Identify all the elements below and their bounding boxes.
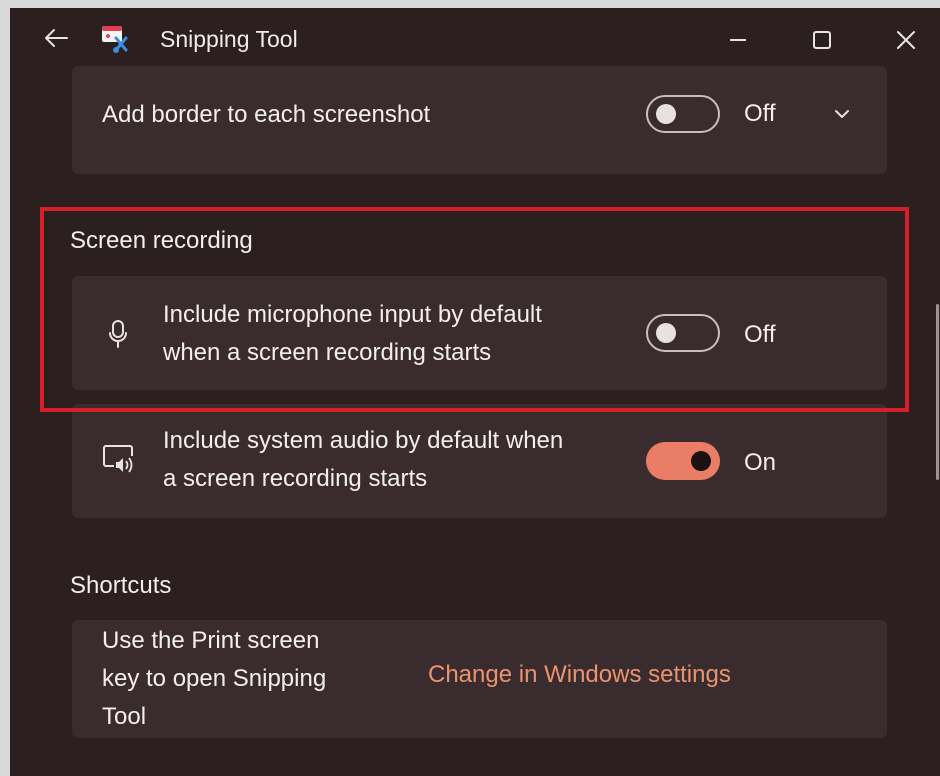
- title-bar: Snipping Tool: [10, 8, 940, 68]
- maximize-icon: [813, 31, 831, 49]
- toggle-knob: [656, 104, 676, 124]
- system-audio-setting-line2: a screen recording starts: [163, 465, 428, 492]
- snipping-tool-icon: [102, 26, 128, 53]
- system-audio-setting-line1: Include system audio by default when: [163, 427, 564, 454]
- border-setting-label: Add border to each screenshot: [102, 101, 431, 128]
- system-audio-setting-card: Include system audio by default when a s…: [72, 404, 887, 518]
- close-button[interactable]: [884, 20, 928, 60]
- back-button[interactable]: [40, 22, 72, 54]
- back-arrow-icon: [45, 29, 68, 47]
- system-audio-toggle-state: On: [744, 449, 777, 476]
- app-title: Snipping Tool: [160, 26, 298, 52]
- shortcuts-text-line2: key to open Snipping: [102, 665, 327, 692]
- chevron-down-icon: [835, 110, 849, 118]
- shortcuts-text-line1: Use the Print screen: [102, 627, 320, 654]
- border-setting-card: Add border to each screenshot Off: [72, 66, 887, 174]
- maximize-button[interactable]: [800, 20, 844, 60]
- snipping-tool-window: Snipping Tool Add border to each screens…: [10, 8, 940, 776]
- minimize-icon: [730, 39, 746, 41]
- minimize-button[interactable]: [716, 20, 760, 60]
- border-toggle[interactable]: [646, 95, 720, 133]
- change-in-windows-settings-link[interactable]: Change in Windows settings: [428, 661, 731, 689]
- system-audio-toggle[interactable]: [646, 442, 720, 480]
- close-icon: [897, 31, 915, 49]
- system-audio-icon: [103, 445, 133, 473]
- toggle-knob: [691, 451, 711, 471]
- highlight-box: [40, 207, 909, 412]
- shortcuts-heading: Shortcuts: [70, 572, 172, 599]
- border-toggle-state: Off: [744, 100, 776, 127]
- scrollbar[interactable]: [936, 304, 939, 480]
- shortcuts-text-line3: Tool: [102, 703, 147, 730]
- expand-button[interactable]: [824, 96, 860, 132]
